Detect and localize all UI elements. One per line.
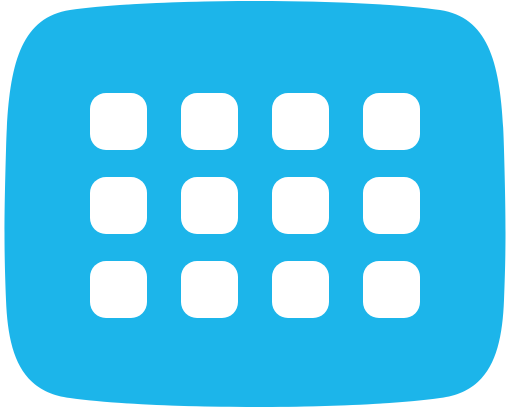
grid-key-r1-c1 — [90, 93, 147, 150]
grid-key-r3-c2 — [181, 261, 238, 318]
grid-key-r1-c4 — [363, 93, 420, 150]
grid-key-r1-c3 — [272, 93, 329, 150]
grid-key-r2-c2 — [181, 177, 238, 234]
grid-key-r3-c4 — [363, 261, 420, 318]
grid-key-r2-c3 — [272, 177, 329, 234]
keypad-grid-icon — [4, 1, 506, 407]
grid-key-r2-c1 — [90, 177, 147, 234]
icon-background — [4, 1, 506, 407]
grid-key-r2-c4 — [363, 177, 420, 234]
grid-key-r3-c3 — [272, 261, 329, 318]
app-icon-canvas — [0, 0, 510, 408]
grid-key-r1-c2 — [181, 93, 238, 150]
grid-key-r3-c1 — [90, 261, 147, 318]
